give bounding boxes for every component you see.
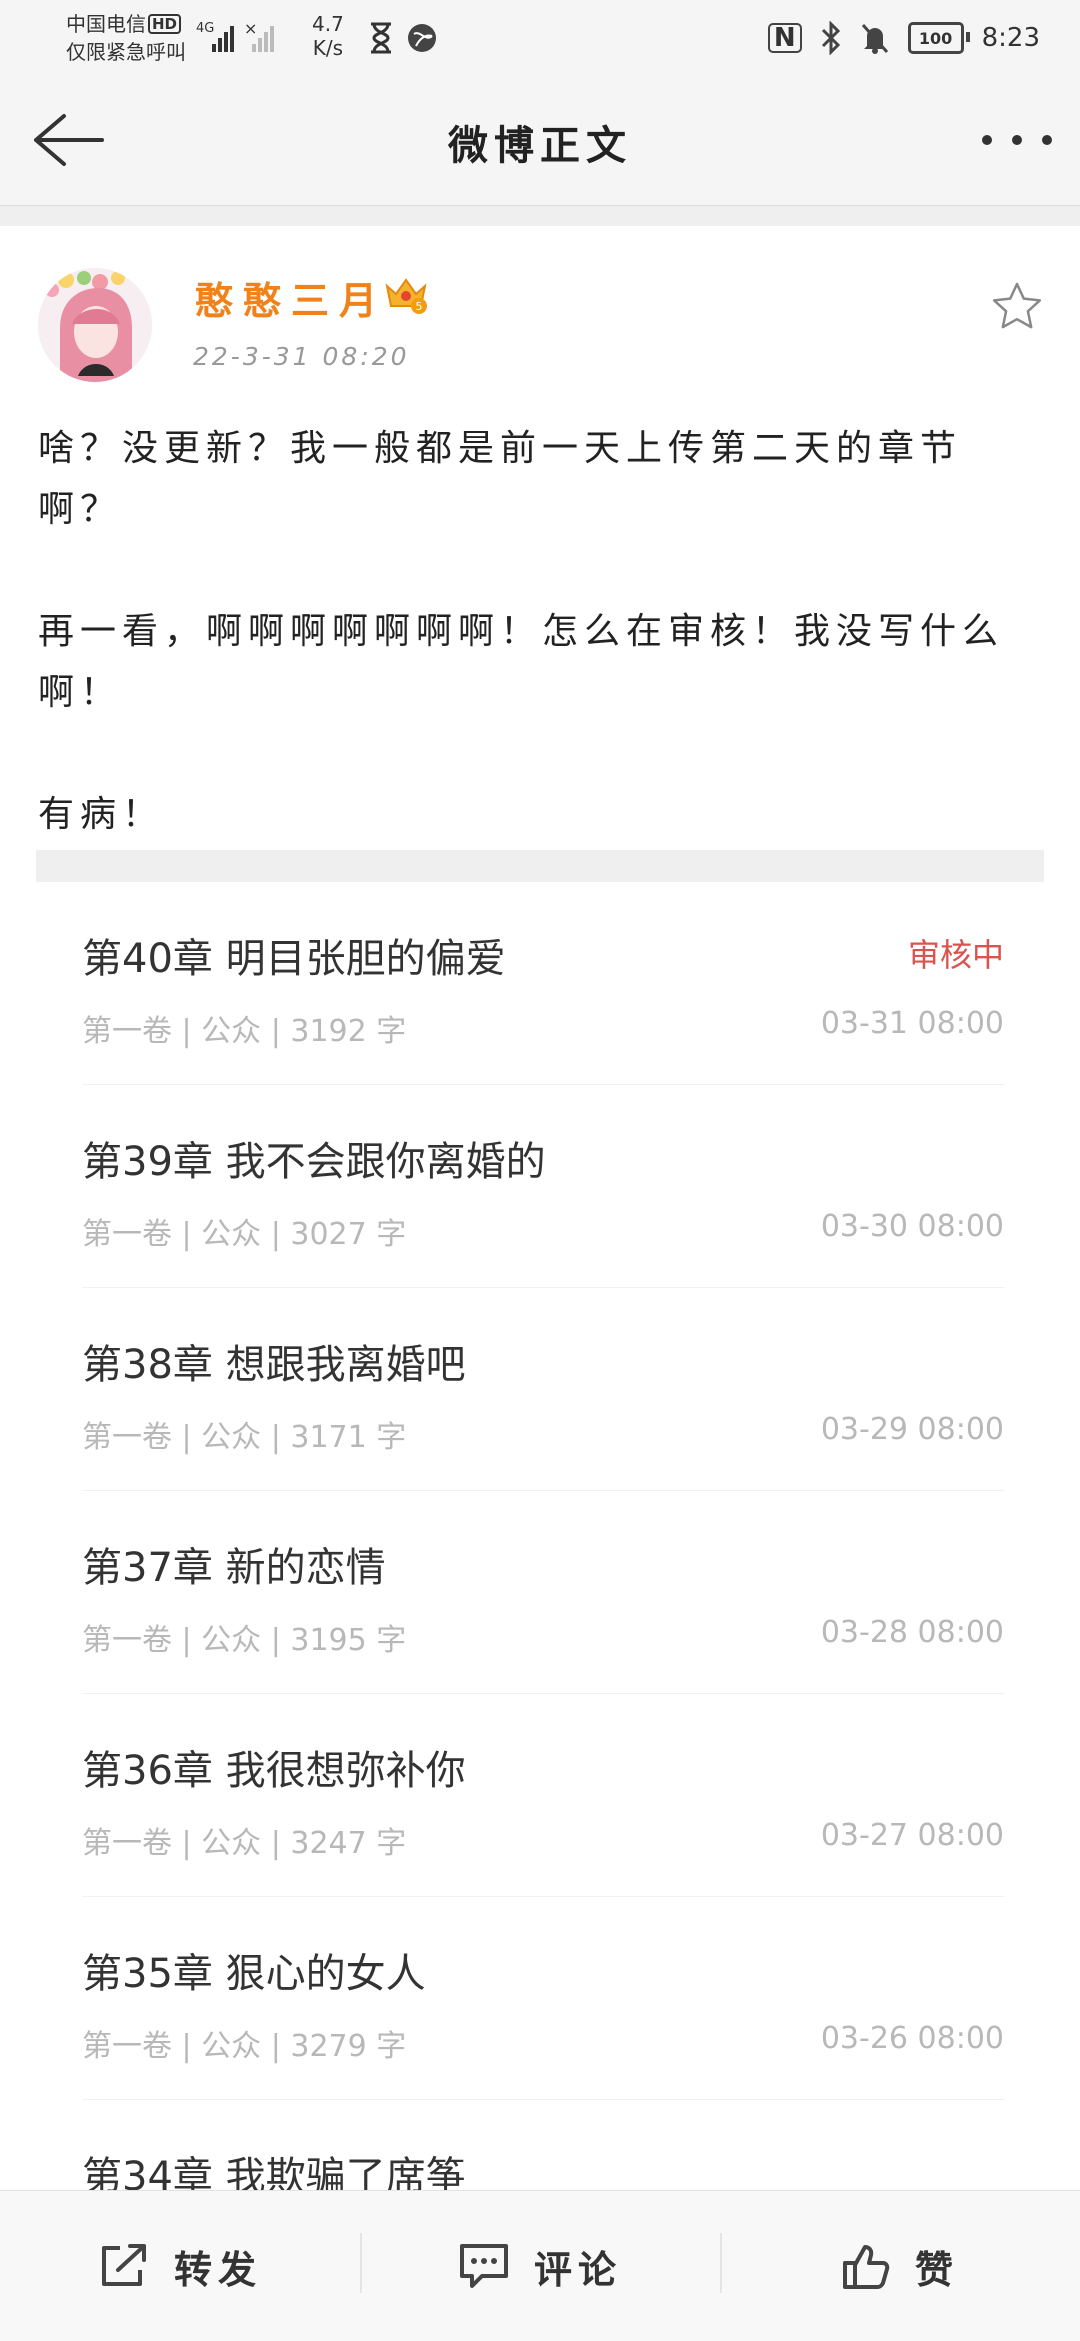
post-paragraph: 再一看，啊啊啊啊啊啊啊！怎么在审核！我没写什么啊！ (38, 611, 1005, 713)
page-title: 微博正文 (448, 123, 632, 169)
signal-icon: 4G × (196, 19, 274, 52)
chapter-item[interactable]: 第36章 我很想弥补你 第一卷 | 公众 | 3247 字 03-27 08:0… (82, 1694, 1004, 1897)
post-paragraph: 啥？没更新？我一般都是前一天上传第二天的章节啊？ (38, 428, 963, 530)
svg-text:×: × (244, 19, 257, 38)
star-icon[interactable] (990, 280, 1044, 334)
comment-icon (459, 2244, 508, 2288)
bluetooth-icon (821, 21, 840, 55)
chapter-title: 第38章 想跟我离婚吧 (82, 1342, 466, 1388)
section-divider (0, 206, 1080, 226)
hd-badge: HD (148, 14, 182, 34)
mute-bell-icon (861, 24, 888, 54)
nav-bar: 微博正文 (0, 75, 1080, 206)
post-timestamp: 22-3-31 08:20 (193, 342, 410, 371)
comment-label: 评论 (533, 2247, 622, 2292)
vip-level: 5 (416, 300, 423, 313)
network-type-label: 4G (196, 21, 214, 36)
chapter-meta: 第一卷 | 公众 | 3171 字 (82, 1420, 407, 1455)
chapter-item[interactable]: 第38章 想跟我离婚吧 第一卷 | 公众 | 3171 字 03-29 08:0… (82, 1288, 1004, 1491)
bottom-action-bar: 转发 评论 赞 (0, 2190, 1080, 2341)
like-icon (842, 2245, 890, 2289)
chapter-meta: 第一卷 | 公众 | 3279 字 (82, 2029, 407, 2064)
network-speed: 4.7 K/s (312, 12, 344, 60)
chapter-date: 03-28 08:00 (820, 1615, 1004, 1650)
chapter-date: 03-26 08:00 (820, 2021, 1004, 2056)
speed-unit: K/s (312, 36, 344, 60)
chapter-meta: 第一卷 | 公众 | 3192 字 (82, 1014, 407, 1049)
more-icon[interactable] (982, 125, 1052, 155)
chapter-title: 第39章 我不会跟你离婚的 (82, 1139, 546, 1185)
post-paragraph: 有病！ (38, 794, 165, 835)
comment-button[interactable]: 评论 (360, 2191, 720, 2341)
chapter-status: 审核中 (907, 936, 1004, 974)
chapter-meta: 第一卷 | 公众 | 3247 字 (82, 1826, 407, 1861)
post-paragraph (38, 540, 1038, 601)
repost-button[interactable]: 转发 (0, 2191, 360, 2341)
like-button[interactable]: 赞 (720, 2191, 1080, 2341)
author-name[interactable]: 憨憨三月 (195, 270, 387, 325)
app-notification-icon (408, 24, 436, 52)
chapter-date: 03-31 08:00 (820, 1006, 1004, 1041)
chapter-title: 第36章 我很想弥补你 (82, 1748, 466, 1794)
hourglass-icon (371, 22, 391, 54)
chapter-meta: 第一卷 | 公众 | 3027 字 (82, 1217, 407, 1252)
carrier-info: 中国电信 HD 仅限紧急呼叫 (66, 10, 186, 66)
repost-icon (101, 2244, 146, 2286)
chapter-date: 03-30 08:00 (820, 1209, 1004, 1244)
chapter-title: 第35章 狠心的女人 (82, 1951, 426, 1997)
chapter-title: 第40章 明目张胆的偏爱 (82, 936, 506, 982)
chapter-item[interactable]: 第37章 新的恋情 第一卷 | 公众 | 3195 字 03-28 08:00 (82, 1491, 1004, 1694)
chapter-date: 03-27 08:00 (820, 1818, 1004, 1853)
battery-icon: 100 (907, 22, 970, 54)
crown-icon: 5 (385, 278, 427, 314)
chapter-date: 03-29 08:00 (820, 1412, 1004, 1447)
battery-level: 100 (918, 28, 953, 48)
emergency-only-text: 仅限紧急呼叫 (66, 40, 186, 64)
repost-label: 转发 (173, 2247, 262, 2292)
status-right: N 100 8:23 (767, 18, 1040, 58)
chapter-item[interactable]: 第39章 我不会跟你离婚的 第一卷 | 公众 | 3027 字 03-30 08… (82, 1085, 1004, 1288)
screenshot-header (36, 850, 1044, 882)
avatar-illustration (38, 268, 152, 382)
carrier-name: 中国电信 (66, 12, 146, 36)
nfc-icon: N (767, 23, 802, 53)
clock: 8:23 (981, 23, 1040, 53)
avatar[interactable] (38, 268, 152, 382)
like-label: 赞 (914, 2247, 959, 2292)
chapter-item[interactable]: 第35章 狠心的女人 第一卷 | 公众 | 3279 字 03-26 08:00 (82, 1897, 1004, 2100)
post-body: 啥？没更新？我一般都是前一天上传第二天的章节啊？ 再一看，啊啊啊啊啊啊啊！怎么在… (38, 418, 1038, 845)
speed-value: 4.7 (312, 12, 344, 36)
chapter-meta: 第一卷 | 公众 | 3195 字 (82, 1623, 407, 1658)
chapter-list[interactable]: 第40章 明目张胆的偏爱 审核中 第一卷 | 公众 | 3192 字 03-31… (36, 882, 1044, 2303)
chapter-title: 第37章 新的恋情 (82, 1545, 386, 1591)
chapter-item[interactable]: 第40章 明目张胆的偏爱 审核中 第一卷 | 公众 | 3192 字 03-31… (82, 882, 1004, 1085)
status-bar: 中国电信 HD 仅限紧急呼叫 4G × 4.7 K/s N 100 8:23 (0, 0, 1080, 75)
post-paragraph (38, 723, 1038, 784)
